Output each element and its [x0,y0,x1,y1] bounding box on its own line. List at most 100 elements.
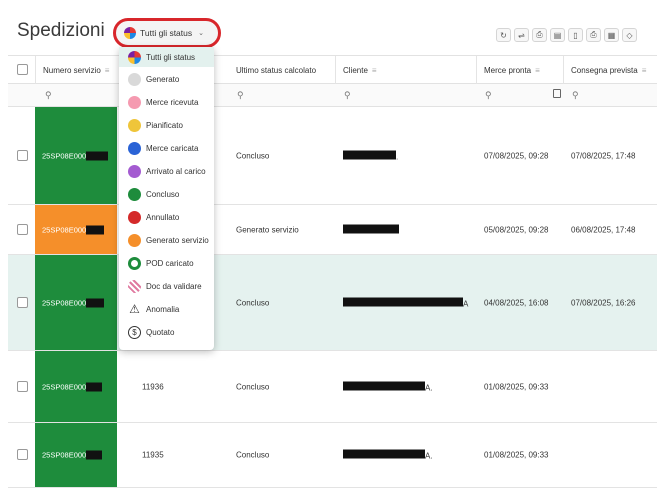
column-label: Numero servizio [43,66,101,75]
row-checkbox[interactable] [17,223,28,235]
column-label: Merce pronta [484,66,532,75]
print-doc-icon[interactable]: ⎙ [586,28,601,42]
table-row[interactable]: 25SP08E000 Concluso . 07/08/2025, 09:28 … [8,107,657,205]
page-title: Spedizioni [17,20,105,41]
trash-icon[interactable] [553,89,561,98]
search-icon[interactable]: ⚲ [45,90,52,101]
merce-pronta-value: 05/08/2025, 09:28 [484,225,549,234]
option-label: Pianificato [146,120,183,130]
service-code-text: 25SP08E000 [42,450,87,460]
status-option-tutti[interactable]: Tutti gli status [119,47,214,67]
column-consegna-prevista[interactable]: Consegna prevista ≡ [571,66,646,75]
option-label: Generato servizio [146,235,209,245]
printer-icon[interactable]: ⎙ [532,28,547,42]
merce-caricata-dot-icon [128,141,141,155]
table-row[interactable]: 25SP08E000 11936 Concluso A. 01/08/2025,… [8,351,657,423]
table-row[interactable]: 25SP08E000 Concluso A 04/08/2025, 16:08 … [8,255,657,351]
chevron-down-icon: ⌄ [198,30,204,37]
client-cell: A [343,297,468,308]
filter-icon[interactable]: ≡ [372,66,377,75]
search-icon[interactable]: ⚲ [485,90,492,101]
option-label: Doc da validare [146,281,202,291]
client-suffix: A [463,299,469,308]
column-cliente[interactable]: Cliente ≡ [343,66,377,75]
status-option-anomalia[interactable]: ⚠ Anomalia [119,299,214,319]
row-checkbox[interactable] [17,296,28,308]
generato-dot-icon [128,72,141,86]
status-option-generato-servizio[interactable]: Generato servizio [119,230,214,250]
option-label: Quotato [146,327,175,337]
status-option-doc-da-validare[interactable]: Doc da validare [119,276,214,296]
filter-icon[interactable]: ≡ [105,66,110,75]
client-cell: A. [343,381,433,392]
service-code-text: 25SP08E000 [42,225,87,234]
status-option-generato[interactable]: Generato [119,69,214,89]
truck-icon[interactable]: ⇌ [514,28,529,42]
status-dropdown-menu: Tutti gli status Generato Merce ricevuta… [119,47,214,350]
dollar-icon: $ [128,325,141,339]
status-option-pianificato[interactable]: Pianificato [119,115,214,135]
client-cell [343,224,399,235]
refresh-icon[interactable]: ↻ [496,28,511,42]
top-bar: Spedizioni Tutti gli status ⌄ ↻ ⇌ ⎙ ▤ ▯ … [0,0,657,52]
column-ultimo-status[interactable]: Ultimo status calcolato [236,66,316,75]
all-status-wheel-icon [128,50,141,64]
eraser-icon[interactable]: ◇ [622,28,637,42]
status-option-concluso[interactable]: Concluso [119,184,214,204]
status-option-pod-caricato[interactable]: POD caricato [119,253,214,273]
search-icon[interactable]: ⚲ [572,90,579,101]
status-option-annullato[interactable]: Annullato [119,207,214,227]
service-code-text: 25SP08E000 [42,151,87,160]
service-code[interactable]: 25SP08E000 [42,382,103,391]
service-status-cell: 25SP08E000 [35,255,117,350]
service-id: 11935 [142,450,164,460]
status-text: Concluso [236,298,270,307]
status-filter-dropdown[interactable]: Tutti gli status ⌄ [113,18,221,48]
status-option-arrivato[interactable]: Arrivato al carico [119,161,214,181]
client-cell: . [343,150,398,161]
excel-icon[interactable]: ▤ [550,28,565,42]
service-code[interactable]: 25SP08E000 [42,298,105,307]
column-search-row: ⚲ ⚲ ⚲ ⚲ ⚲ [8,84,657,107]
consegna-prevista-value: 07/08/2025, 17:48 [571,151,636,160]
status-text: Concluso [236,151,270,160]
search-icon[interactable]: ⚲ [237,90,244,101]
redacted-block [86,382,103,391]
column-numero-servizio[interactable]: Numero servizio ≡ [43,66,109,75]
columns-icon[interactable]: ▦ [604,28,619,42]
redacted-block [86,225,105,234]
table-row[interactable]: 25SP08E000 11935 Concluso A. 01/08/2025,… [8,423,657,488]
status-filter-label: Tutti gli status [140,28,193,38]
pod-ring-icon [128,256,141,270]
merce-pronta-value: 04/08/2025, 16:08 [484,298,549,307]
row-checkbox[interactable] [17,380,28,392]
status-option-merce-caricata[interactable]: Merce caricata [119,138,214,158]
table-row[interactable]: 25SP08E000 Generato servizio 05/08/2025,… [8,205,657,255]
option-label: POD caricato [146,258,194,268]
filter-icon[interactable]: ≡ [535,66,540,75]
redacted-block [86,151,109,160]
arrivato-dot-icon [128,164,141,178]
select-all-checkbox[interactable] [17,64,28,75]
service-code[interactable]: 25SP08E000 [42,450,103,460]
service-code[interactable]: 25SP08E000 [42,225,105,234]
row-checkbox[interactable] [17,149,28,161]
row-checkbox[interactable] [17,449,28,460]
status-text: Concluso [236,382,270,391]
client-cell: A. [343,449,433,461]
service-code[interactable]: 25SP08E000 [42,151,109,160]
option-label: Anomalia [146,304,180,314]
redacted-block [86,450,103,460]
status-option-quotato[interactable]: $ Quotato [119,322,214,342]
column-merce-pronta[interactable]: Merce pronta ≡ [484,66,540,75]
document-icon[interactable]: ▯ [568,28,583,42]
service-id: 11936 [142,382,164,391]
status-text: Generato servizio [236,225,299,234]
status-option-merce-ricevuta[interactable]: Merce ricevuta [119,92,214,112]
table-header: Numero servizio ≡ Ultimo status calcolato… [8,55,657,108]
option-label: Tutti gli status [146,52,196,62]
consegna-prevista-value: 07/08/2025, 16:26 [571,298,636,307]
filter-icon[interactable]: ≡ [642,66,647,75]
service-code-text: 25SP08E000 [42,382,87,391]
search-icon[interactable]: ⚲ [344,90,351,101]
